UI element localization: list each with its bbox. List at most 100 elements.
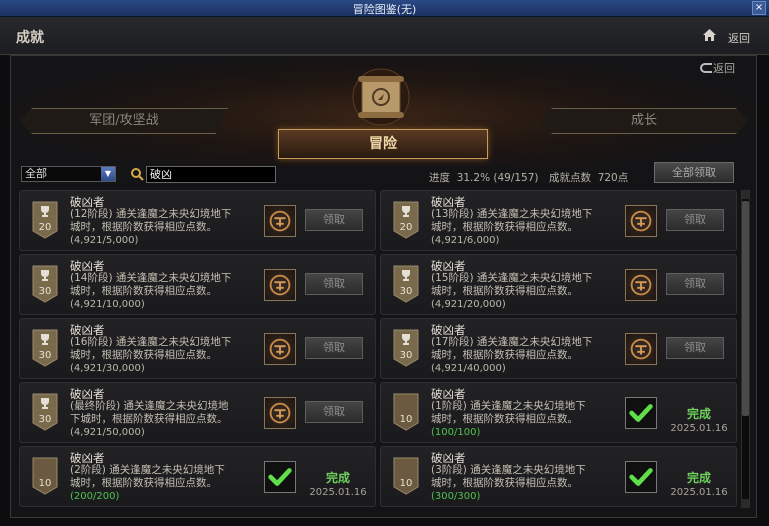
completed-check-icon [625,397,657,429]
level-badge: 30 [32,265,58,303]
scrollbar[interactable] [741,190,750,508]
achievement-progress: (4,921/30,000) [70,363,145,374]
achievement-card: 10 破凶者 (1阶段) 通关逢魔之未央幻境地下 城时，根据阶数获得相应点数。 (100… [380,382,737,443]
points-label: 成就点数 [549,172,591,184]
reward-medal-icon[interactable] [625,205,657,237]
description-line-1: (2阶段) 通关逢魔之未央幻境地下 [70,464,225,476]
level-badge: 10 [393,457,419,495]
description-line-1: (1阶段) 通关逢魔之未央幻境地下 [431,400,586,412]
trophy-icon [402,270,410,281]
level-badge: 10 [32,457,58,495]
return-icon [700,63,712,73]
points-text: 成就点数 720点 [549,170,628,185]
claim-button[interactable]: 领取 [305,337,363,359]
page-header: 成就 返回 [0,17,769,55]
achievement-description: (14阶段) 通关逢魔之未央幻境地下 城时，根据阶数获得相应点数。 [70,272,250,297]
description-line-2: 下城时，根据阶数获得相应点数。 [70,412,228,425]
trophy-icon [41,206,49,217]
level-badge: 30 [393,265,419,303]
level-badge-number: 30 [38,350,52,361]
trophy-icon [402,206,410,217]
window-titlebar: 冒险图鉴(无) × [0,0,769,17]
description-line-1: (3阶段) 通关逢魔之未央幻境地下 [431,464,586,476]
achievement-card: 10 破凶者 (3阶段) 通关逢魔之未央幻境地下 城时，根据阶数获得相应点数。 (300… [380,446,737,507]
reward-medal-icon[interactable] [264,397,296,429]
completed-check-icon [625,461,657,493]
category-select[interactable]: 全部 ▼ [21,166,116,182]
reward-medal-icon[interactable] [264,333,296,365]
claim-button[interactable]: 领取 [666,273,724,295]
achievement-card: 20 破凶者 (13阶段) 通关逢魔之未央幻境地下 城时，根据阶数获得相应点数。 (4,… [380,190,737,251]
achievement-description: (17阶段) 通关逢魔之未央幻境地下 城时，根据阶数获得相应点数。 [431,336,611,361]
tab-legion[interactable]: 军团/攻坚战 [20,108,228,134]
home-icon[interactable] [703,29,716,41]
description-line-1: (15阶段) 通关逢魔之未央幻境地下 [431,272,593,284]
claim-button[interactable]: 领取 [305,209,363,231]
achievement-description: (最终阶段) 通关逢魔之未央幻境地 下城时，根据阶数获得相应点数。 [70,400,250,425]
tab-growth[interactable]: 成长 [540,108,748,134]
achievement-progress: (4,921/40,000) [431,363,506,374]
completed-label: 完成 [686,407,711,421]
achievement-card: 10 破凶者 (2阶段) 通关逢魔之未央幻境地下 城时，根据阶数获得相应点数。 (200… [19,446,376,507]
trophy-icon [41,270,49,281]
achievement-card: 30 破凶者 (最终阶段) 通关逢魔之未央幻境地 下城时，根据阶数获得相应点数。 (4,… [19,382,376,443]
level-badge-number: 10 [399,478,413,489]
chevron-down-icon[interactable]: ▼ [101,167,115,181]
window-title: 冒险图鉴(无) [352,3,417,16]
tab-adventure[interactable]: 冒险 [278,129,488,159]
scroll-up-button[interactable] [742,191,749,199]
claim-button[interactable]: 领取 [305,273,363,295]
page-title: 成就 [16,30,44,46]
description-line-1: (12阶段) 通关逢魔之未央幻境地下 [70,208,232,220]
achievement-progress: (4,921/6,000) [431,235,500,246]
completed-date: 2025.01.16 [670,423,728,434]
scrollbar-thumb[interactable] [742,201,749,416]
progress-label: 进度 [429,172,450,184]
claim-button[interactable]: 领取 [305,401,363,423]
achievement-progress: (200/200) [70,491,120,502]
sub-back-label: 返回 [713,62,735,75]
level-badge: 30 [32,329,58,367]
achievement-progress: (4,921/20,000) [431,299,506,310]
scroll-down-button[interactable] [742,499,749,507]
sub-back-button[interactable]: 返回 [700,60,735,76]
achievement-description: (12阶段) 通关逢魔之未央幻境地下 城时，根据阶数获得相应点数。 [70,208,250,233]
trophy-icon [402,334,410,345]
progress-text: 进度 31.2% (49/157) [429,170,539,185]
search-input[interactable]: 破凶 [146,166,276,183]
reward-medal-icon[interactable] [625,269,657,301]
description-line-2: 城时，根据阶数获得相应点数。 [70,220,217,233]
close-button[interactable]: × [752,1,766,15]
description-line-1: (最终阶段) 通关逢魔之未央幻境地 [70,400,229,412]
achievement-description: (3阶段) 通关逢魔之未央幻境地下 城时，根据阶数获得相应点数。 [431,464,611,489]
level-badge-number: 30 [38,286,52,297]
description-line-2: 城时，根据阶数获得相应点数。 [431,412,578,425]
achievement-progress: (100/100) [431,427,481,438]
scroll-emblem-icon [352,68,410,126]
completed-label: 完成 [686,471,711,485]
description-line-2: 城时，根据阶数获得相应点数。 [431,284,578,297]
achievement-progress: (4,921/10,000) [70,299,145,310]
back-button[interactable]: 返回 [728,30,750,46]
reward-medal-icon[interactable] [264,269,296,301]
achievement-card: 20 破凶者 (12阶段) 通关逢魔之未央幻境地下 城时，根据阶数获得相应点数。 (4,… [19,190,376,251]
search-icon [131,168,144,181]
reward-medal-icon[interactable] [625,333,657,365]
achievement-description: (13阶段) 通关逢魔之未央幻境地下 城时，根据阶数获得相应点数。 [431,208,611,233]
level-badge: 30 [32,393,58,431]
level-badge: 30 [393,329,419,367]
achievement-card: 30 破凶者 (14阶段) 通关逢魔之未央幻境地下 城时，根据阶数获得相应点数。 (4,… [19,254,376,315]
reward-medal-icon[interactable] [264,205,296,237]
level-badge-number: 10 [399,414,413,425]
claim-button[interactable]: 领取 [666,337,724,359]
points-value: 720点 [597,172,629,184]
completed-check-icon [264,461,296,493]
achievement-card: 30 破凶者 (16阶段) 通关逢魔之未央幻境地下 城时，根据阶数获得相应点数。 (4,… [19,318,376,379]
claim-button[interactable]: 领取 [666,209,724,231]
description-line-2: 城时，根据阶数获得相应点数。 [431,476,578,489]
description-line-2: 城时，根据阶数获得相应点数。 [431,220,578,233]
claim-all-button[interactable]: 全部领取 [654,162,734,183]
description-line-1: (16阶段) 通关逢魔之未央幻境地下 [70,336,232,348]
achievement-card: 30 破凶者 (17阶段) 通关逢魔之未央幻境地下 城时，根据阶数获得相应点数。 (4,… [380,318,737,379]
level-badge-number: 30 [399,350,413,361]
